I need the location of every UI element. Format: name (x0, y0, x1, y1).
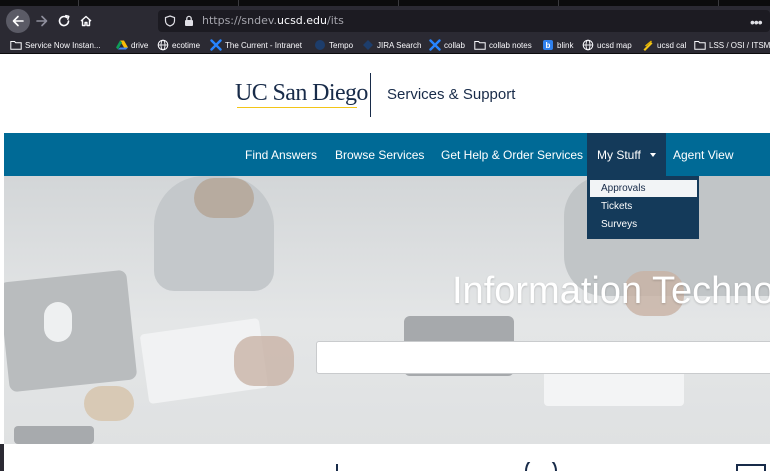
nav-find-answers[interactable]: Find Answers (245, 133, 317, 176)
nav-get-help-order-services[interactable]: Get Help & Order Services (441, 133, 583, 176)
lock-icon[interactable] (183, 15, 195, 27)
bookmark-label: The Current - Intranet (225, 40, 302, 50)
jira-icon (363, 40, 373, 50)
nav-label: Browse Services (335, 147, 425, 162)
bookmark-label: blink (557, 40, 574, 50)
bookmark-label: ucsd map (597, 40, 632, 50)
menu-item-label: Tickets (601, 201, 633, 212)
drive-icon (116, 40, 128, 50)
folder-icon (10, 41, 22, 50)
folder-icon (694, 41, 706, 50)
bookmarks-bar: Service Now Instan... drive ecotime The … (0, 36, 770, 54)
nav-label: My Stuff (597, 147, 641, 162)
bookmark-item[interactable]: ucsd cal (642, 38, 686, 52)
bookmark-label: collab notes (489, 40, 532, 50)
hero-photo-cup (84, 386, 134, 421)
bookmark-label: Tempo (329, 40, 354, 50)
bookmark-item[interactable]: b blink (542, 38, 573, 52)
blink-icon: b (543, 40, 553, 50)
bookmark-item[interactable]: LSS / OSI / ITSM (694, 38, 770, 52)
nav-label: Get Help & Order Services (441, 147, 584, 162)
nav-agent-view[interactable]: Agent View (673, 133, 734, 176)
site-header: UC San Diego Services & Support (4, 55, 770, 133)
menu-item-label: Surveys (601, 219, 638, 230)
url-domain: ucsd.edu (277, 14, 327, 27)
window-edge (0, 444, 4, 471)
bookmark-item[interactable]: collab notes (474, 38, 532, 52)
shield-icon[interactable] (164, 15, 176, 27)
nav-browse-services[interactable]: Browse Services (335, 133, 424, 176)
browser-toolbar: https://sndev.ucsd.edu/its ••• (0, 6, 770, 36)
arrow-right-icon (36, 15, 48, 27)
circle-icon (525, 462, 557, 471)
nav-label: Find Answers (245, 147, 318, 162)
logo-underline (237, 107, 357, 108)
caret-down-icon (649, 152, 656, 157)
bookmark-item[interactable]: Tempo (314, 38, 353, 52)
hero-title: Information Techno (452, 270, 770, 312)
tempo-icon (315, 40, 325, 50)
menu-item-approvals[interactable]: Approvals (590, 180, 697, 197)
x-brand-icon (210, 39, 222, 51)
home-icon (80, 15, 92, 27)
forward-button[interactable] (30, 9, 54, 33)
globe-icon (157, 39, 169, 51)
bookmark-item[interactable]: drive (116, 38, 148, 52)
menu-item-surveys[interactable]: Surveys (587, 216, 699, 233)
bookmark-label: Service Now Instan... (25, 40, 101, 50)
hero-photo-hands (234, 336, 294, 386)
grid-icon (736, 464, 766, 471)
bookmark-label: ucsd cal (657, 40, 687, 50)
nav-label: Agent View (673, 147, 734, 162)
my-stuff-dropdown-menu: Approvals Tickets Surveys (587, 176, 699, 239)
reload-icon (58, 14, 70, 27)
arrow-left-icon (12, 15, 24, 27)
menu-item-tickets[interactable]: Tickets (587, 198, 699, 215)
bookmark-item[interactable]: JIRA Search (362, 38, 421, 52)
overflow-menu-icon[interactable]: ••• (750, 14, 763, 30)
hero-photo-phone (14, 426, 94, 444)
globe-icon (582, 39, 594, 51)
svg-text:b: b (546, 41, 551, 50)
content-icon-fragment (336, 464, 338, 471)
tag-icon (643, 40, 653, 51)
bookmark-item[interactable]: Service Now Instan... (10, 38, 101, 52)
page-content-below-hero (0, 444, 770, 471)
bookmark-item[interactable]: The Current - Intranet (210, 38, 302, 52)
url-path: /its (327, 14, 344, 27)
bookmark-label: drive (131, 40, 149, 50)
url-text: https://sndev.ucsd.edu/its (202, 14, 344, 27)
hero-photo-mouse (44, 302, 72, 342)
uc-san-diego-logo[interactable]: UC San Diego (235, 80, 368, 107)
header-divider (370, 73, 371, 117)
bookmark-item[interactable]: collab (429, 38, 465, 52)
hero-photo-head (194, 178, 254, 218)
bookmark-label: collab (444, 40, 465, 50)
main-nav: Find Answers Browse Services Get Help & … (4, 133, 770, 176)
menu-item-label: Approvals (601, 183, 646, 194)
nav-my-stuff[interactable]: My Stuff (587, 133, 666, 176)
back-button[interactable] (6, 9, 30, 33)
folder-icon (474, 41, 486, 50)
url-prefix: https://sndev. (202, 14, 278, 27)
bookmark-label: LSS / OSI / ITSM (709, 40, 770, 50)
services-support-title[interactable]: Services & Support (387, 86, 515, 103)
home-button[interactable] (74, 9, 98, 33)
bookmark-label: ecotime (172, 40, 201, 50)
search-input[interactable] (316, 341, 770, 374)
bookmark-item[interactable]: ucsd map (582, 38, 632, 52)
reload-button[interactable] (52, 9, 76, 33)
address-bar[interactable]: https://sndev.ucsd.edu/its (158, 10, 770, 32)
x-brand-icon (429, 39, 441, 51)
bookmark-item[interactable]: ecotime (157, 38, 200, 52)
bookmark-label: JIRA Search (377, 40, 422, 50)
